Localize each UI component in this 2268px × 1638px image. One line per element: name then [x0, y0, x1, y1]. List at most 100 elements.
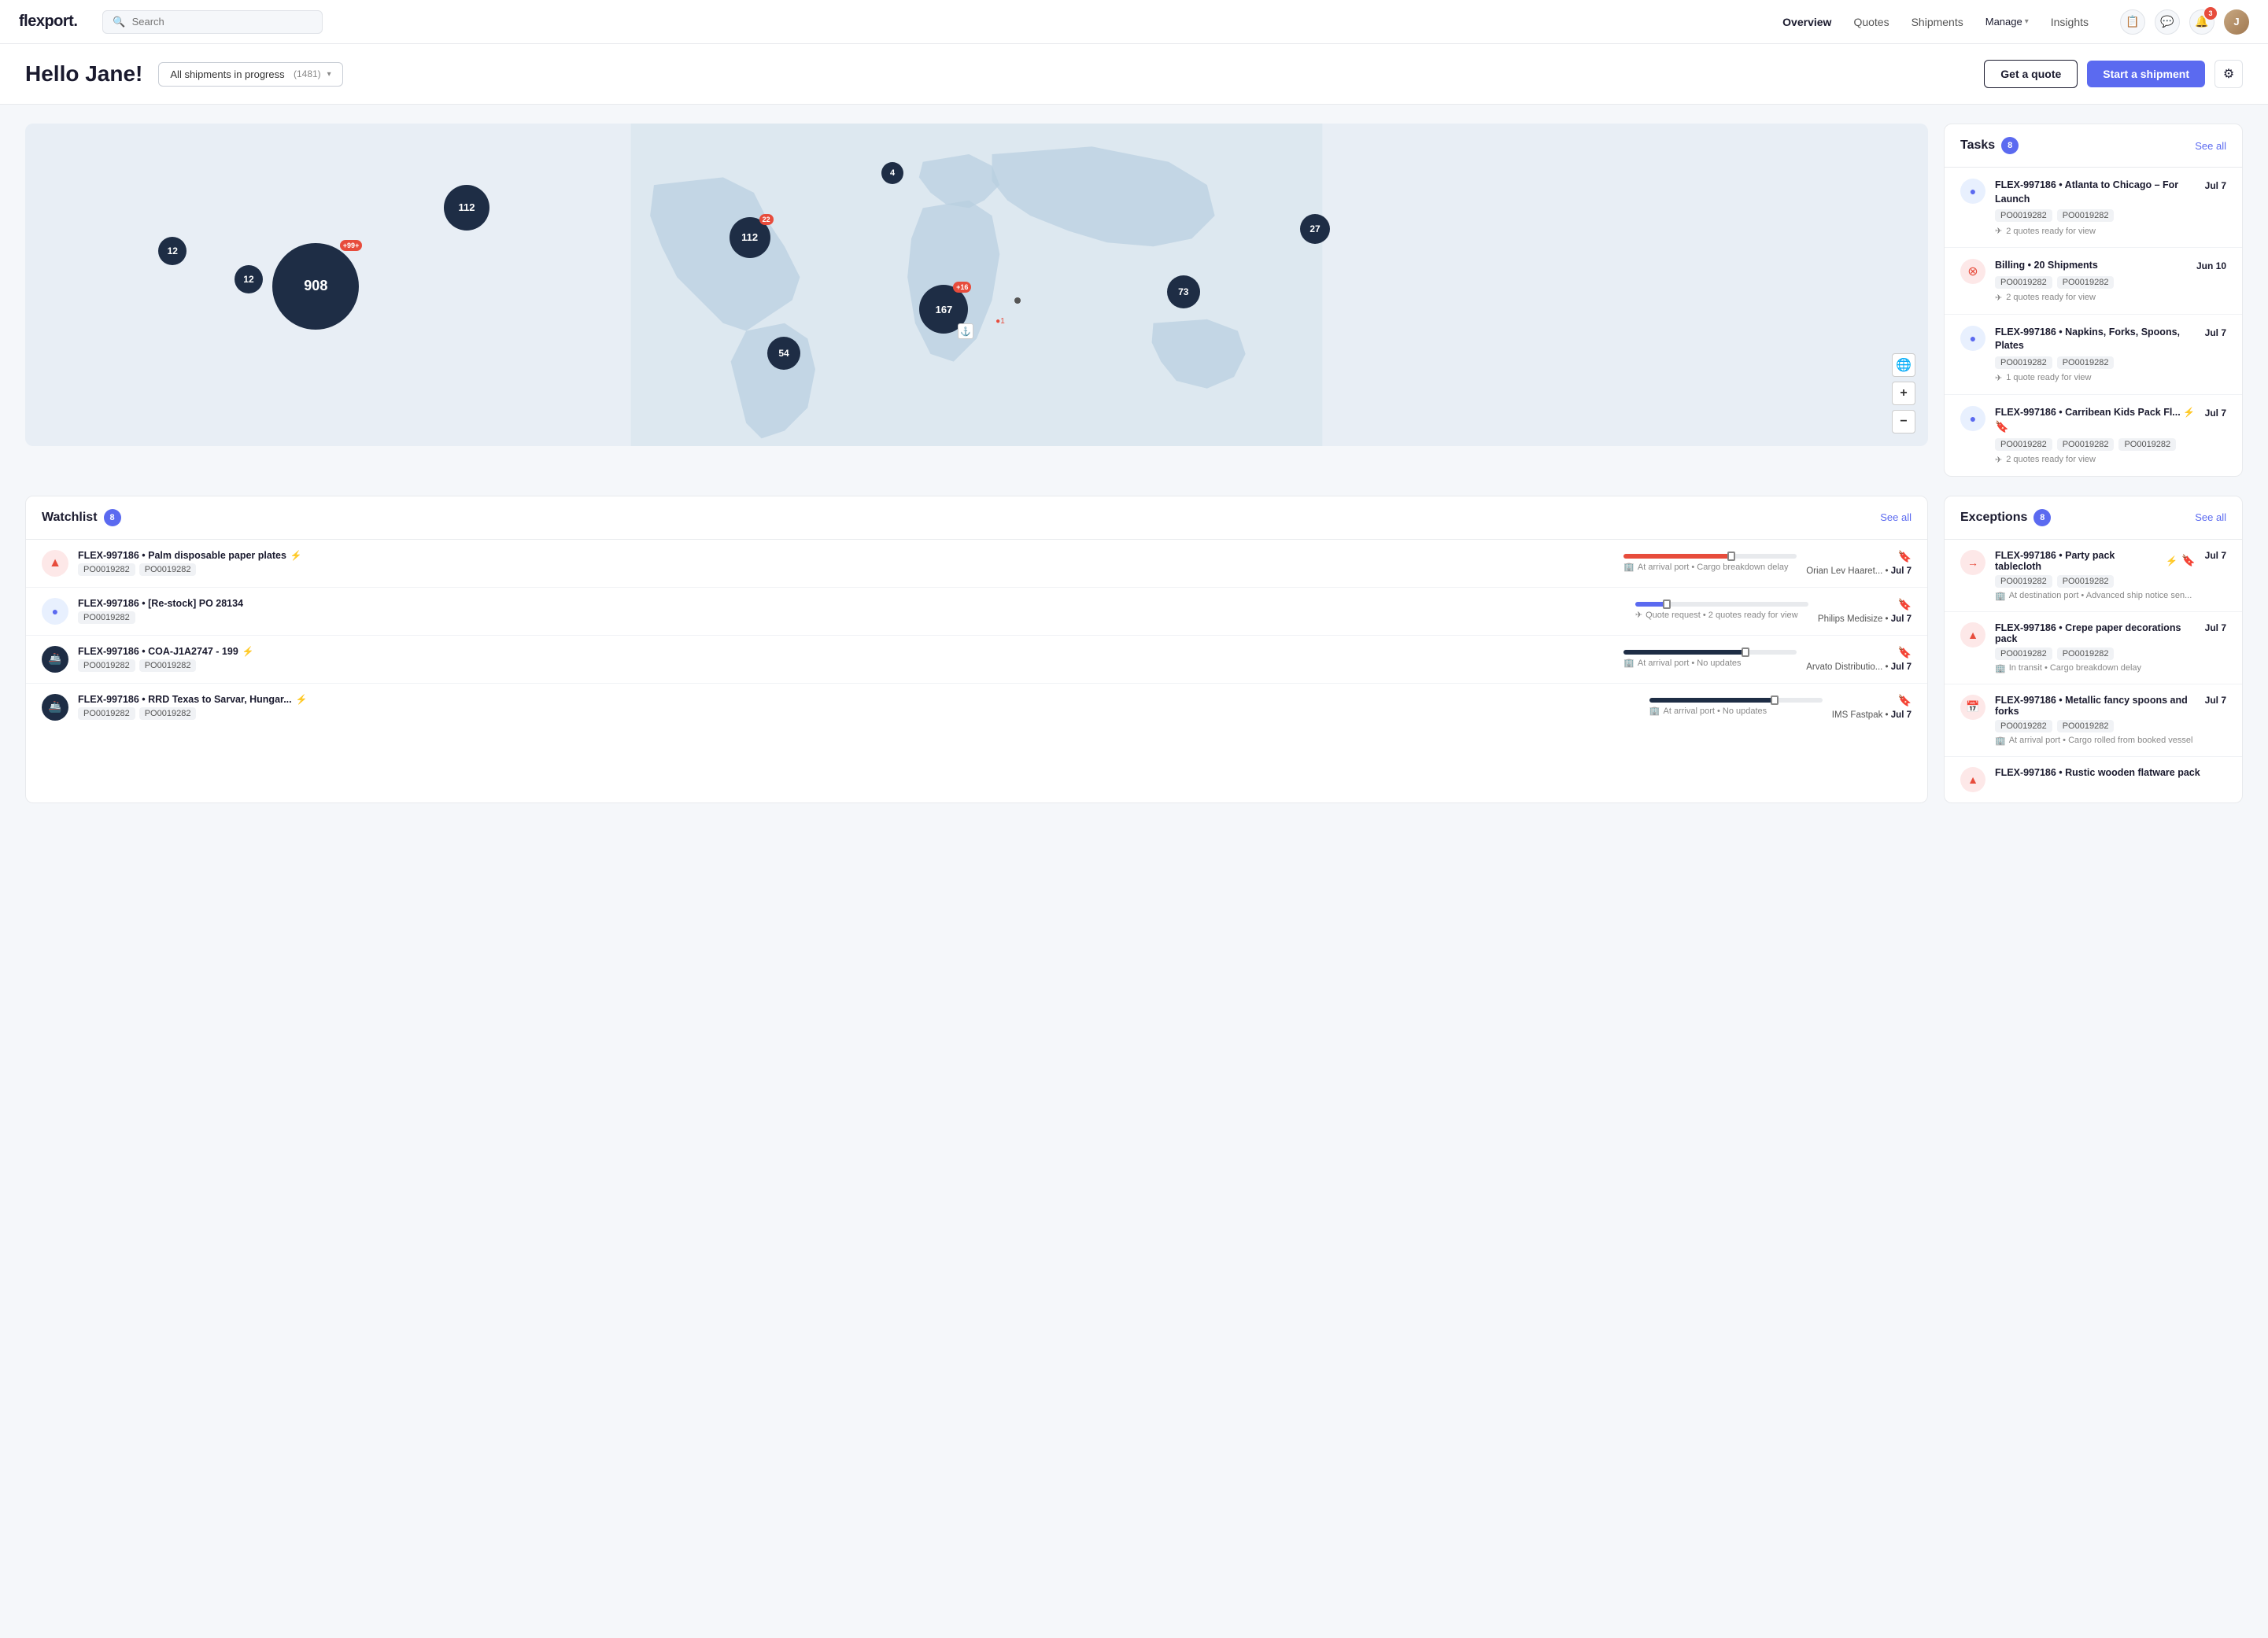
task-icon-red: ⊗	[1960, 259, 1985, 284]
user-avatar[interactable]: J	[2224, 9, 2249, 35]
building-icon: 🏢	[1995, 663, 2006, 673]
bookmark-icon[interactable]: 🔖	[1898, 550, 1912, 563]
exception-item: ▲ FLEX-997186 • Rustic wooden flatware p…	[1945, 757, 2242, 802]
bookmark-icon[interactable]: 🔖	[1898, 646, 1912, 659]
lightning-icon: ⚡	[290, 550, 302, 561]
watchlist-item: 🚢 FLEX-997186 • COA-J1A2747 - 199 ⚡ PO00…	[26, 636, 1927, 684]
building-icon: 🏢	[1623, 658, 1635, 668]
task-meta: ✈ 2 quotes ready for view	[1995, 293, 2187, 303]
shipment-title: FLEX-997186 • RRD Texas to Sarvar, Hunga…	[78, 694, 1640, 705]
map-bubble-112a[interactable]: 112	[444, 185, 489, 231]
exceptions-header: Exceptions 8 See all	[1945, 496, 2242, 540]
notifications-button[interactable]: 🔔 3	[2189, 9, 2214, 35]
task-meta: ✈ 2 quotes ready for view	[1995, 455, 2196, 465]
exception-date: Jul 7	[2205, 622, 2226, 633]
badge-16: +16	[953, 282, 971, 293]
map-container[interactable]: 12 12 112 908 +99+ 4 112 22 167 +16 73 2…	[25, 124, 1928, 446]
po-tag: PO0019282	[2057, 209, 2115, 222]
exceptions-panel: Exceptions 8 See all → FLEX-997186 • Par…	[1944, 496, 2243, 803]
map-bubble-27[interactable]: 27	[1300, 214, 1330, 244]
progress-meta: 🏢 At arrival port • No updates	[1649, 706, 1823, 716]
bookmark-icon[interactable]: 🔖	[1995, 420, 2008, 433]
search-input[interactable]	[132, 16, 313, 28]
get-quote-button[interactable]: Get a quote	[1984, 60, 2078, 88]
messages-button[interactable]: 💬	[2155, 9, 2180, 35]
clipboard-button[interactable]: 📋	[2120, 9, 2145, 35]
search-bar[interactable]: 🔍	[102, 10, 323, 34]
exception-title: FLEX-997186 • Rustic wooden flatware pac…	[1995, 767, 2226, 778]
nav-quotes[interactable]: Quotes	[1853, 16, 1889, 28]
bookmark-icon[interactable]: 🔖	[2181, 554, 2195, 567]
search-icon: 🔍	[113, 16, 125, 28]
watchlist-see-all[interactable]: See all	[1880, 511, 1912, 523]
shipment-icon-circle: ●	[42, 598, 68, 625]
exception-icon-triangle: ▲	[1960, 767, 1985, 792]
progress-fill	[1635, 602, 1667, 607]
building-icon: 🏢	[1995, 591, 2006, 601]
task-date-wrap: Jul 7	[2205, 326, 2226, 338]
exception-title: FLEX-997186 • Metallic fancy spoons and …	[1995, 695, 2196, 717]
filter-label: All shipments in progress	[170, 68, 284, 80]
task-date-wrap: Jun 10	[2196, 259, 2226, 271]
nav-shipments[interactable]: Shipments	[1912, 16, 1963, 28]
task-po: PO0019282 PO0019282	[1995, 209, 2196, 222]
task-date: Jun 10	[2196, 260, 2226, 271]
main-nav: Overview Quotes Shipments Manage ▾ Insig…	[1782, 16, 2089, 28]
exception-content: FLEX-997186 • Metallic fancy spoons and …	[1995, 695, 2196, 746]
chevron-down-icon: ▾	[2025, 17, 2029, 26]
nav-manage-label: Manage	[1985, 16, 2022, 28]
zoom-out-button[interactable]: −	[1892, 410, 1915, 433]
building-icon: 🏢	[1623, 562, 1635, 572]
map-bubble-12a[interactable]: 12	[158, 237, 187, 265]
bookmark-icon[interactable]: 🔖	[1898, 694, 1912, 707]
nav-insights[interactable]: Insights	[2051, 16, 2089, 28]
shipment-right: 🔖 Philips Medisize • Jul 7	[1818, 598, 1912, 624]
task-icon-blue: ●	[1960, 179, 1985, 204]
exceptions-count: 8	[2033, 509, 2051, 526]
po-tag: PO0019282	[2057, 276, 2115, 289]
task-content: FLEX-997186 • Carribean Kids Pack Fl... …	[1995, 406, 2196, 465]
nav-overview[interactable]: Overview	[1782, 16, 1831, 28]
exceptions-see-all[interactable]: See all	[2195, 511, 2226, 523]
lightning-icon: ⚡	[2166, 555, 2178, 566]
map-bubble-908[interactable]: 908 +99+	[272, 243, 359, 330]
messages-icon: 💬	[2160, 15, 2174, 28]
po-tag: PO0019282	[2057, 575, 2115, 588]
main-content: 12 12 112 908 +99+ 4 112 22 167 +16 73 2…	[0, 105, 2268, 496]
task-title: FLEX-997186 • Carribean Kids Pack Fl... …	[1995, 406, 2196, 435]
exception-po: PO0019282 PO0019282	[1995, 575, 2196, 588]
map-bubble-54[interactable]: 54	[767, 337, 800, 370]
nav-manage[interactable]: Manage ▾	[1985, 16, 2029, 28]
plane-icon: ✈	[1995, 226, 2002, 236]
progress-area: 🏢 At arrival port • No updates	[1649, 698, 1823, 716]
progress-area: 🏢 At arrival port • No updates	[1623, 650, 1797, 668]
exception-item: ▲ FLEX-997186 • Crepe paper decorations …	[1945, 612, 2242, 684]
progress-fill	[1623, 554, 1731, 559]
progress-meta: ✈ Quote request • 2 quotes ready for vie…	[1635, 610, 1808, 620]
exception-meta: 🏢 At arrival port • Cargo rolled from bo…	[1995, 736, 2196, 746]
task-meta: ✈ 2 quotes ready for view	[1995, 226, 2196, 236]
map-bubble-73[interactable]: 73	[1167, 275, 1200, 308]
exceptions-title: Exceptions 8	[1960, 509, 2051, 526]
clipboard-icon: 📋	[2126, 15, 2139, 28]
task-content: FLEX-997186 • Atlanta to Chicago – For L…	[1995, 179, 2196, 236]
filter-dropdown[interactable]: All shipments in progress (1481) ▾	[158, 62, 342, 87]
shipment-title: FLEX-997186 • Palm disposable paper plat…	[78, 550, 1614, 561]
plane-icon: ✈	[1995, 293, 2002, 303]
start-shipment-button[interactable]: Start a shipment	[2087, 61, 2205, 87]
filter-count: (1481)	[291, 68, 321, 79]
task-date-wrap: Jul 7	[2205, 179, 2226, 191]
header-icons: 📋 💬 🔔 3 J	[2120, 9, 2249, 35]
bookmark-icon[interactable]: 🔖	[1898, 598, 1912, 611]
shipment-info: FLEX-997186 • [Re-stock] PO 28134 PO0019…	[78, 598, 1626, 624]
settings-button[interactable]: ⚙	[2214, 60, 2243, 88]
tasks-see-all[interactable]: See all	[2195, 140, 2226, 152]
map-bubble-112b[interactable]: 112 22	[730, 217, 770, 258]
zoom-in-button[interactable]: +	[1892, 382, 1915, 405]
po-tag: PO0019282	[139, 659, 197, 672]
task-icon-blue: ●	[1960, 406, 1985, 431]
po-tag: PO0019282	[139, 563, 197, 576]
task-date-wrap: Jul 7	[2205, 406, 2226, 419]
exception-item: 📅 FLEX-997186 • Metallic fancy spoons an…	[1945, 684, 2242, 757]
globe-button[interactable]: 🌐	[1892, 353, 1915, 377]
